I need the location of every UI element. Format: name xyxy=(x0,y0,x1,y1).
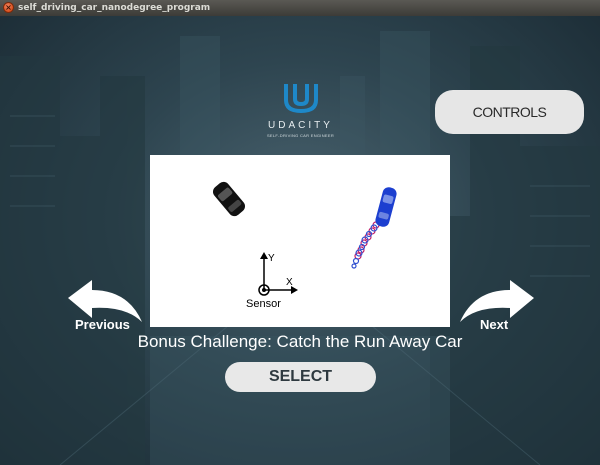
window-title: self_driving_car_nanodegree_program xyxy=(18,3,211,13)
udacity-u-icon xyxy=(283,84,318,114)
window-titlebar: × self_driving_car_nanodegree_program xyxy=(0,0,600,17)
controls-button[interactable]: CONTROLS xyxy=(435,90,584,134)
udacity-logo: UDACITY SELF-DRIVING CAR ENGINEER xyxy=(263,82,338,138)
next-button[interactable]: Next xyxy=(480,317,508,332)
previous-button[interactable]: Previous xyxy=(75,317,130,332)
axis-y-label: Y xyxy=(268,253,275,264)
select-button[interactable]: SELECT xyxy=(225,362,376,392)
axis-x-label: X xyxy=(286,277,293,288)
project-preview-image: Y X Sensor xyxy=(150,155,450,327)
logo-wordmark: UDACITY xyxy=(268,120,333,131)
preview-illustration: Y X Sensor xyxy=(212,181,397,310)
logo-subtitle: SELF-DRIVING CAR ENGINEER xyxy=(266,133,335,138)
sensor-axes xyxy=(258,252,298,296)
runaway-car-icon xyxy=(351,187,397,269)
sensor-label: Sensor xyxy=(246,298,281,310)
simulator-menu-scene: UDACITY SELF-DRIVING CAR ENGINEER CONTRO… xyxy=(0,16,600,465)
window-close-button[interactable]: × xyxy=(3,2,14,13)
project-title: Bonus Challenge: Catch the Run Away Car xyxy=(137,332,463,351)
black-car-icon xyxy=(212,181,246,217)
